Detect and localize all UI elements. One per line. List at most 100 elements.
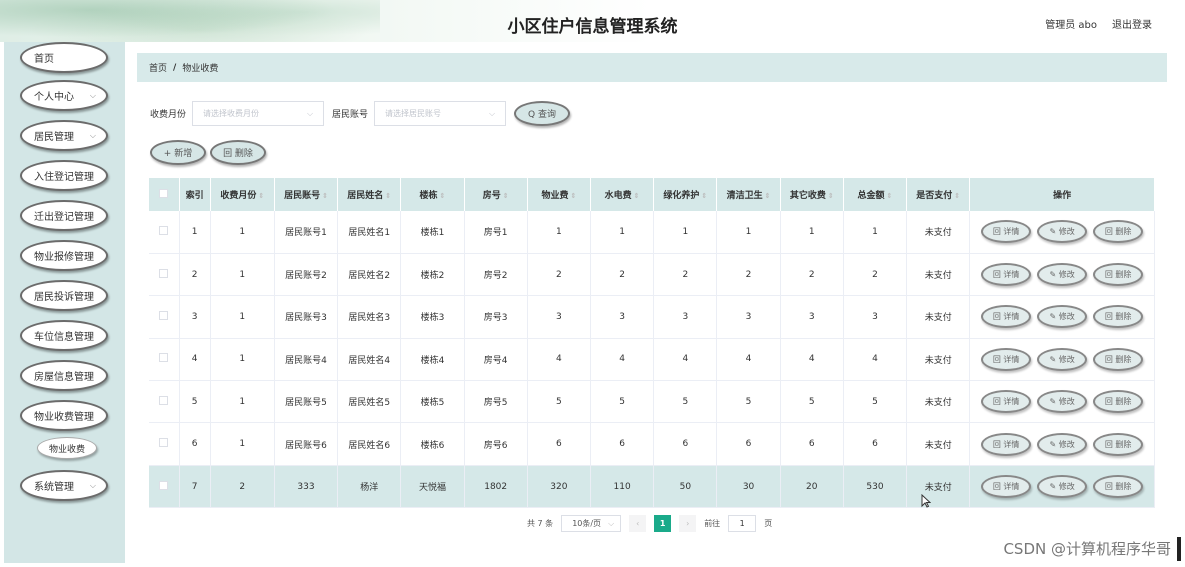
table-cell: 房号1 (464, 211, 528, 254)
column-header[interactable]: 是否支付 ⇕ (906, 178, 971, 211)
column-header[interactable]: 总金额 ⇕ (843, 178, 908, 211)
table-cell: 未支付 (906, 253, 971, 297)
total-count: 共 7 条 (527, 519, 554, 528)
query-button[interactable]: Q 查询 (514, 101, 571, 126)
detail-button[interactable]: 回 详情 (981, 432, 1032, 456)
table-cell: 2 (780, 253, 844, 297)
chevron-down-icon: ⌵ (306, 109, 314, 118)
table-cell: 333 (274, 465, 339, 509)
row-checkbox[interactable] (159, 310, 169, 320)
scrollbar-edge (1177, 537, 1181, 561)
add-button[interactable]: + 新增 (150, 140, 206, 165)
account-select[interactable]: 请选择居民账号 ⌵ (374, 101, 507, 126)
edit-button[interactable]: ✎ 修改 (1037, 390, 1088, 414)
table-cell: 5 (780, 380, 844, 424)
row-delete-button[interactable]: 回 删除 (1093, 347, 1144, 371)
row-select-cell (149, 422, 180, 466)
edit-button[interactable]: ✎ 修改 (1037, 220, 1088, 244)
detail-button[interactable]: 回 详情 (981, 263, 1032, 287)
table-cell: 5 (179, 380, 211, 424)
detail-button[interactable]: 回 详情 (981, 475, 1032, 499)
sidebar-item-8[interactable]: 房屋信息管理 (20, 360, 108, 391)
column-header-label: 清洁卫生 (726, 191, 763, 201)
detail-button[interactable]: 回 详情 (981, 220, 1032, 244)
sidebar-item-6[interactable]: 居民投诉管理 (20, 280, 108, 311)
detail-button[interactable]: 回 详情 (981, 347, 1032, 371)
detail-button[interactable]: 回 详情 (981, 305, 1032, 329)
row-delete-button[interactable]: 回 删除 (1093, 305, 1144, 329)
row-delete-button[interactable]: 回 删除 (1093, 263, 1144, 287)
sidebar-item-2[interactable]: 居民管理 ⌵ (20, 120, 108, 151)
detail-button[interactable]: 回 详情 (981, 390, 1032, 414)
column-header[interactable]: 居民账号 ⇕ (274, 178, 339, 211)
logout-link[interactable]: 退出登录 (1112, 16, 1152, 31)
column-header[interactable]: 其它收费 ⇕ (780, 178, 844, 211)
chevron-down-icon: ⌵ (89, 481, 96, 490)
edit-button[interactable]: ✎ 修改 (1037, 475, 1088, 499)
column-header[interactable]: 清洁卫生 ⇕ (716, 178, 781, 211)
row-delete-button[interactable]: 回 删除 (1093, 220, 1144, 244)
sidebar-item-4[interactable]: 迁出登记管理 (20, 200, 108, 231)
table-header-row: 索引 收费月份 ⇕ 居民账号 ⇕ 居民姓名 ⇕ 楼栋 ⇕ 房号 ⇕ 物业费 ⇕ 水电费 ⇕ 绿化养护 ⇕ 清洁卫生… (149, 178, 1155, 211)
row-checkbox[interactable] (159, 480, 169, 490)
page-size-select[interactable]: 10条/页 ⌵ (561, 515, 622, 532)
sidebar-item-5[interactable]: 物业报修管理 (20, 240, 108, 271)
row-select-cell (149, 465, 180, 509)
page-size-value: 10条/页 (572, 519, 602, 528)
app-page: 小区住户信息管理系统 管理员 abo 退出登录 首页 个人中心 ⌵ 居民管理 ⌵ 入住登记… (0, 0, 1185, 567)
goto-page-input[interactable]: 1 (728, 515, 757, 532)
sort-icon: ⇕ (322, 192, 328, 200)
table-cell: 居民姓名6 (337, 422, 402, 466)
sidebar-item-7[interactable]: 车位信息管理 (20, 320, 108, 351)
month-select[interactable]: 请选择收费月份 ⌵ (192, 101, 325, 126)
row-checkbox[interactable] (159, 395, 169, 405)
month-label: 收费月份 (150, 110, 187, 120)
table-cell: 1 (210, 211, 275, 254)
edit-button[interactable]: ✎ 修改 (1037, 263, 1088, 287)
edit-button[interactable]: ✎ 修改 (1037, 432, 1088, 456)
batch-delete-button[interactable]: 回 删除 (210, 140, 266, 165)
sort-icon: ⇕ (385, 192, 392, 200)
row-operations-cell: 回 详情 ✎ 修改回 删除 (969, 380, 1155, 424)
sidebar-item-label: 房屋信息管理 (34, 372, 94, 383)
row-delete-button[interactable]: 回 删除 (1093, 432, 1144, 456)
column-header-label: 操作 (1053, 191, 1072, 201)
row-delete-button[interactable]: 回 删除 (1093, 475, 1144, 499)
sidebar-item-3[interactable]: 入住登记管理 (20, 160, 108, 191)
table-cell: 未支付 (906, 465, 971, 509)
table-cell: 5 (843, 380, 908, 424)
row-delete-button[interactable]: 回 删除 (1093, 390, 1144, 414)
row-checkbox[interactable] (159, 225, 169, 235)
row-checkbox[interactable] (159, 353, 169, 363)
select-all-checkbox[interactable] (159, 188, 169, 198)
column-header[interactable]: 楼栋 ⇕ (400, 178, 465, 211)
table-cell: 6 (590, 422, 655, 466)
column-header[interactable]: 绿化养护 ⇕ (653, 178, 718, 211)
sidebar-item-0[interactable]: 首页 (20, 42, 108, 73)
sidebar-item-label: 入住登记管理 (34, 172, 94, 183)
column-header[interactable]: 物业费 ⇕ (527, 178, 592, 211)
table-row: 7 2 333 杨洋 天悦福 1802 320 110 50 30 20 530 未支付回 详情 ✎ 修改… (149, 465, 1155, 509)
column-header[interactable]: 居民姓名 ⇕ (337, 178, 402, 211)
chevron-down-icon: ⌵ (89, 131, 96, 140)
current-page-button[interactable]: 1 (654, 515, 672, 532)
edit-button[interactable]: ✎ 修改 (1037, 305, 1088, 329)
sidebar-item-1[interactable]: 个人中心 ⌵ (20, 80, 108, 111)
column-header[interactable]: 水电费 ⇕ (590, 178, 655, 211)
next-page-button[interactable]: › (679, 515, 697, 532)
row-checkbox[interactable] (159, 268, 169, 278)
table-cell: 50 (653, 465, 718, 509)
prev-page-button[interactable]: ‹ (629, 515, 647, 532)
table-row: 4 1 居民账号4 居民姓名4 楼栋4 房号4 4 4 4 4 4 4 未支付回 详情 ✎ 修改回 删除 (149, 338, 1155, 382)
column-header[interactable]: 房号 ⇕ (464, 178, 528, 211)
column-header-label: 收费月份 (220, 191, 257, 201)
sidebar-subitem-fee[interactable]: 物业收费 (37, 437, 97, 459)
sidebar-item-10[interactable]: 系统管理 ⌵ (20, 470, 108, 501)
action-bar: + 新增 回 删除 (150, 140, 266, 165)
breadcrumb-home[interactable]: 首页 (149, 61, 167, 74)
edit-button[interactable]: ✎ 修改 (1037, 347, 1088, 371)
table-cell: 30 (716, 465, 781, 509)
sidebar-item-9[interactable]: 物业收费管理 (20, 400, 108, 431)
row-checkbox[interactable] (159, 438, 169, 448)
column-header[interactable]: 收费月份 ⇕ (210, 178, 275, 211)
